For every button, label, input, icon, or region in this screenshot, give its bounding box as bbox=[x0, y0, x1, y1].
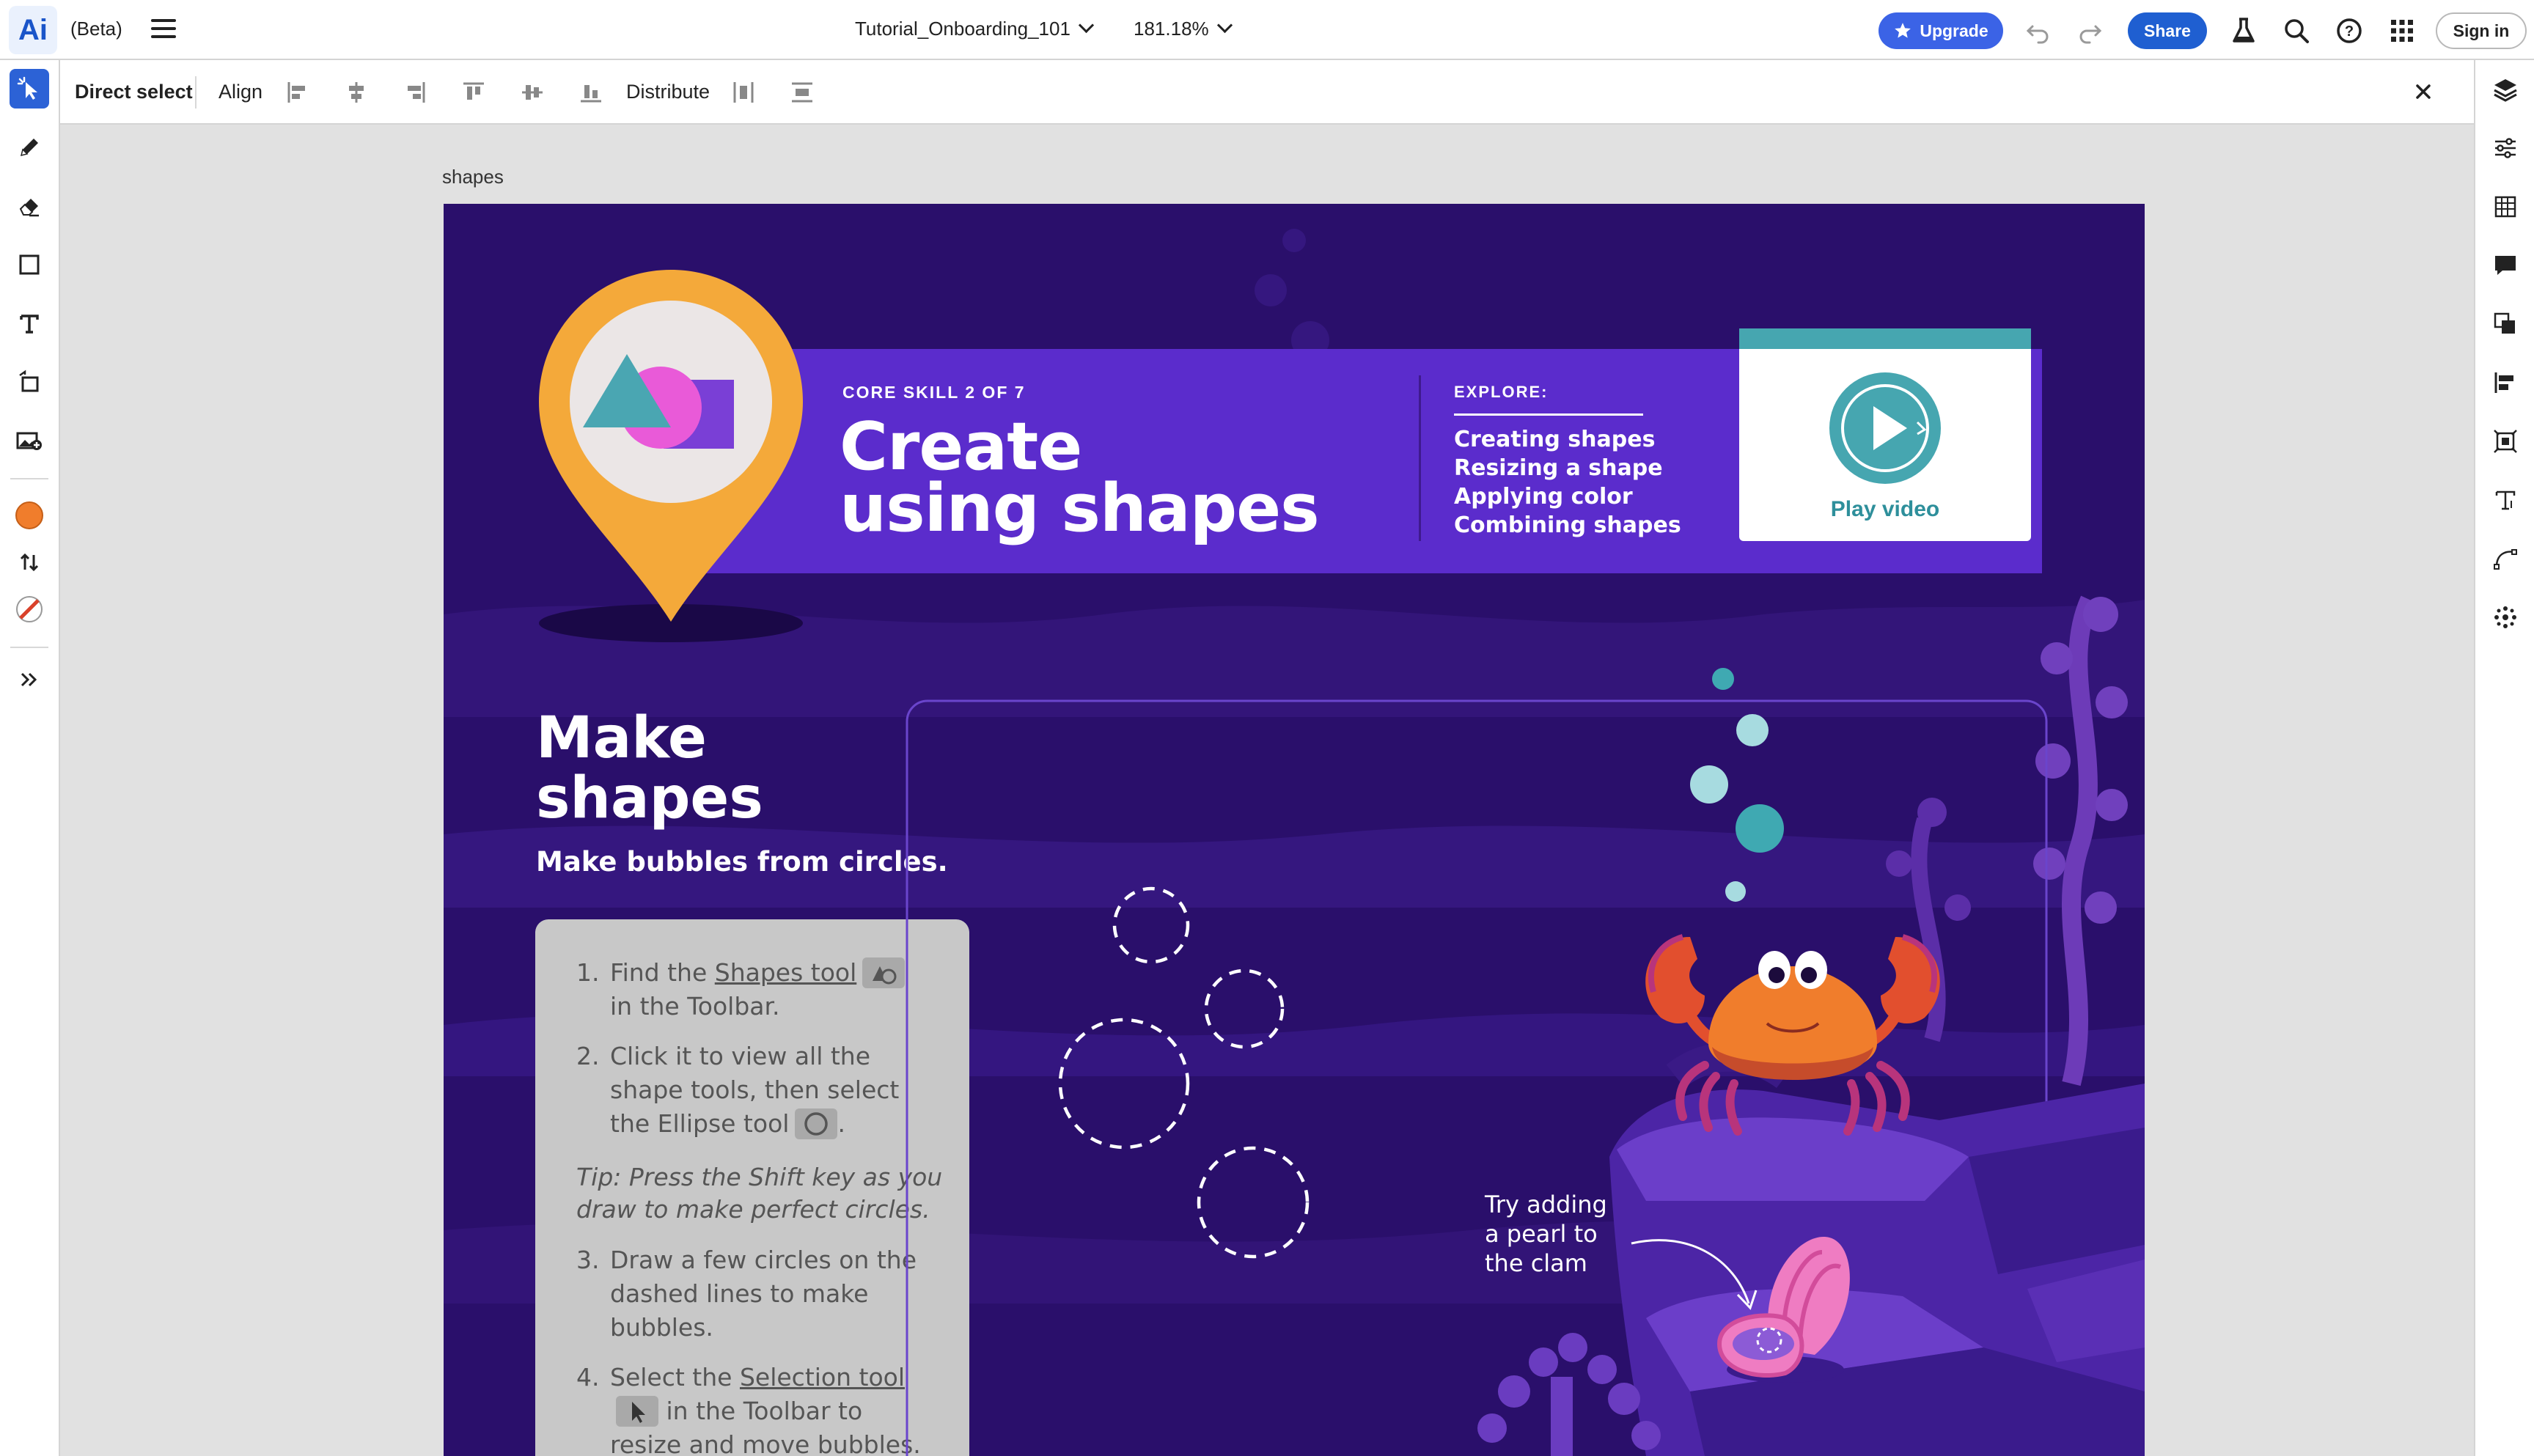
type-panel-icon bbox=[2495, 490, 2516, 510]
distribute-horizontal-icon[interactable] bbox=[730, 79, 757, 106]
align-icon bbox=[2494, 372, 2513, 393]
rectangle-icon bbox=[19, 254, 40, 275]
double-chevron-right-icon bbox=[21, 672, 37, 687]
chevron-down-icon bbox=[1078, 17, 1095, 34]
artboard-label[interactable]: shapes bbox=[442, 166, 504, 188]
direct-select-tool[interactable] bbox=[10, 69, 49, 109]
transform-tool[interactable] bbox=[10, 362, 49, 402]
bubble-guide-2 bbox=[1204, 968, 1285, 1049]
align-right-icon[interactable] bbox=[402, 79, 428, 106]
left-toolbar bbox=[0, 60, 60, 1456]
share-button[interactable]: Share bbox=[2128, 12, 2207, 49]
pencil-icon bbox=[20, 139, 38, 157]
zoom-dropdown[interactable]: 181.18% bbox=[1134, 17, 1233, 40]
crop-icon bbox=[2494, 430, 2517, 453]
search-icon[interactable] bbox=[2280, 15, 2313, 47]
fill-swatch-icon bbox=[15, 501, 43, 529]
zoom-level: 181.18% bbox=[1134, 18, 1209, 40]
scene-illustration bbox=[906, 668, 2145, 1456]
pearl-hint-line: the clam bbox=[1485, 1249, 1587, 1277]
type-icon bbox=[20, 315, 39, 334]
upgrade-button[interactable]: Upgrade bbox=[1879, 12, 2003, 49]
beta-label: (Beta) bbox=[70, 18, 122, 40]
bubble-guide-3 bbox=[1058, 1018, 1190, 1150]
path-button[interactable] bbox=[2489, 543, 2522, 575]
bubble bbox=[1712, 668, 1734, 690]
type-tool[interactable] bbox=[10, 304, 49, 343]
image-icon bbox=[16, 432, 42, 450]
type-panel-button[interactable] bbox=[2489, 484, 2522, 516]
apps-grid-icon[interactable] bbox=[2386, 15, 2418, 47]
bubble bbox=[1690, 765, 1728, 804]
labs-flask-icon[interactable] bbox=[2228, 15, 2260, 47]
transform-icon bbox=[19, 369, 39, 392]
document-name: Tutorial_Onboarding_101 bbox=[855, 18, 1070, 40]
app-header: Ai (Beta) Tutorial_Onboarding_101 181.18… bbox=[0, 0, 2534, 60]
active-tool-name: Direct select bbox=[75, 81, 193, 103]
menu-icon[interactable] bbox=[151, 19, 176, 41]
chevron-down-icon bbox=[1216, 17, 1233, 34]
effects-button[interactable] bbox=[2489, 601, 2522, 633]
contextual-task-bar: Direct select Align Distribute bbox=[60, 60, 2474, 125]
comments-button[interactable] bbox=[2489, 249, 2522, 282]
effects-icon bbox=[2494, 606, 2516, 628]
properties-button[interactable] bbox=[2489, 132, 2522, 164]
redo-icon[interactable] bbox=[2075, 16, 2104, 45]
align-left-icon[interactable] bbox=[284, 79, 311, 106]
arrange-button[interactable] bbox=[2489, 308, 2522, 340]
comments-icon bbox=[2495, 256, 2516, 275]
star-icon bbox=[1895, 23, 1911, 38]
app-logo[interactable]: Ai bbox=[9, 6, 57, 54]
help-icon[interactable]: ? bbox=[2333, 15, 2365, 47]
rectangle-tool[interactable] bbox=[10, 245, 49, 284]
toolbar-divider bbox=[10, 478, 48, 479]
layers-button[interactable] bbox=[2489, 73, 2522, 106]
distribute-label: Distribute bbox=[626, 81, 710, 103]
swap-colors-button[interactable] bbox=[10, 543, 49, 582]
pattern-button[interactable] bbox=[2489, 191, 2522, 223]
swap-arrows-icon bbox=[20, 553, 39, 572]
bubble-guide-4 bbox=[1197, 1146, 1310, 1259]
bubble bbox=[1736, 804, 1784, 853]
right-panel-bar bbox=[2474, 60, 2534, 1456]
more-tools-button[interactable] bbox=[10, 660, 49, 699]
upgrade-label: Upgrade bbox=[1920, 21, 1988, 40]
align-bottom-icon[interactable] bbox=[578, 79, 604, 106]
bubble bbox=[1725, 881, 1746, 902]
stroke-swatch-icon bbox=[16, 596, 43, 622]
eraser-icon bbox=[19, 199, 39, 217]
bubble-guide-1 bbox=[1112, 886, 1190, 964]
stroke-color-swatch[interactable] bbox=[10, 589, 49, 629]
align-panel-button[interactable] bbox=[2489, 367, 2522, 399]
svg-text:?: ? bbox=[2345, 23, 2354, 40]
crop-button[interactable] bbox=[2489, 425, 2522, 457]
direct-select-icon bbox=[17, 76, 37, 100]
close-icon[interactable] bbox=[2406, 75, 2440, 109]
pearl-hint-line: Try adding bbox=[1485, 1191, 1607, 1218]
grid-icon bbox=[2494, 196, 2516, 218]
align-top-icon[interactable] bbox=[460, 79, 487, 106]
artboard[interactable]: CORE SKILL 2 OF 7 Create using shapes EX… bbox=[444, 204, 2145, 1456]
distribute-vertical-icon[interactable] bbox=[789, 79, 815, 106]
fill-color-swatch[interactable] bbox=[10, 496, 49, 535]
align-center-vertical-icon[interactable] bbox=[519, 79, 546, 106]
pearl-hint: Try adding a pearl to the clam bbox=[1485, 1190, 1607, 1278]
path-icon bbox=[2494, 549, 2517, 570]
properties-icon bbox=[2495, 138, 2516, 158]
sign-in-button[interactable]: Sign in bbox=[2436, 12, 2527, 49]
align-label: Align bbox=[218, 81, 263, 103]
document-name-dropdown[interactable]: Tutorial_Onboarding_101 bbox=[855, 17, 1095, 40]
context-divider bbox=[195, 76, 197, 109]
eraser-tool[interactable] bbox=[10, 186, 49, 226]
image-tool[interactable] bbox=[10, 421, 49, 460]
layers-icon bbox=[2494, 79, 2517, 102]
toolbar-divider bbox=[10, 647, 48, 648]
align-center-horizontal-icon[interactable] bbox=[343, 79, 370, 106]
undo-icon[interactable] bbox=[2024, 16, 2053, 45]
pearl-hint-line: a pearl to bbox=[1485, 1220, 1598, 1248]
arrange-icon bbox=[2494, 312, 2515, 334]
bubble bbox=[1736, 714, 1769, 746]
pencil-tool[interactable] bbox=[10, 128, 49, 167]
